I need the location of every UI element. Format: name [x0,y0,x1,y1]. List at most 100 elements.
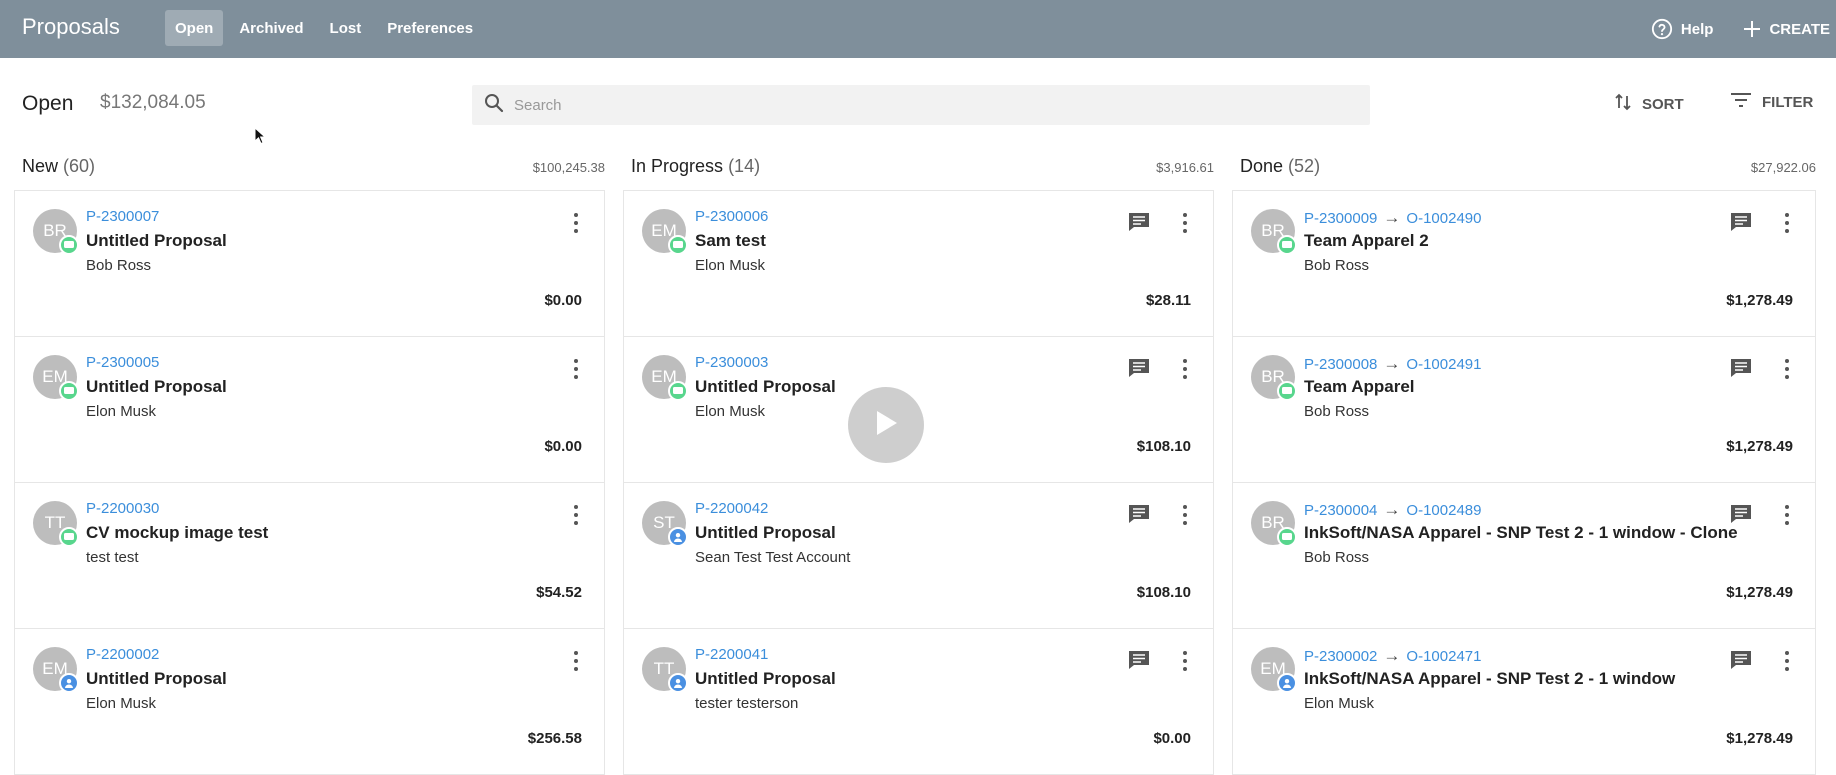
status-badge [1277,673,1297,693]
proposal-id-link[interactable]: P-2300006 [695,208,768,225]
proposal-id-link[interactable]: P-2300004 [1304,502,1377,519]
proposal-card[interactable]: BR P-2300007 Untitled Proposal Bob Ross … [14,191,605,337]
more-vert-icon[interactable] [1781,649,1793,673]
arrow-right-icon: → [1383,354,1401,373]
proposal-id-link[interactable]: P-2200002 [86,646,159,663]
sort-icon [1614,92,1632,116]
card-client: Bob Ross [86,257,152,274]
card-title: InkSoft/NASA Apparel - SNP Test 2 - 1 wi… [1304,523,1738,542]
proposal-card[interactable]: EM P-2200002 Untitled Proposal Elon Musk… [14,629,605,775]
proposal-id-link[interactable]: P-2300005 [86,354,159,371]
status-badge [1277,381,1297,401]
card-client: test test [86,549,139,566]
column-name: In Progress [631,156,724,176]
card-title: Untitled Proposal [695,523,836,542]
proposal-id-link[interactable]: P-2300003 [695,354,768,371]
proposal-card[interactable]: BR P-2300009 → O-1002490 Team Apparel 2 Bo… [1232,191,1816,337]
card-amount: $108.10 [1136,584,1191,601]
more-vert-icon[interactable] [1179,357,1191,381]
proposal-card[interactable]: TT P-2200041 Untitled Proposal tester te… [623,629,1214,775]
more-vert-icon[interactable] [1781,357,1793,381]
card-amount: $1,278.49 [1726,584,1793,601]
create-button[interactable]: CREATE [1743,20,1830,38]
proposal-id-link[interactable]: P-2200041 [695,646,768,663]
proposal-id-link[interactable]: P-2200030 [86,500,159,517]
tab-archived[interactable]: Archived [229,10,313,46]
proposal-id-link[interactable]: P-2300002 [1304,648,1377,665]
help-button[interactable]: Help [1651,18,1714,40]
order-id-link[interactable]: O-1002471 [1406,648,1481,665]
column-in-progress: In Progress (14) $3,916.61 EM P-2300006 … [623,150,1214,775]
order-id-link[interactable]: O-1002491 [1406,356,1481,373]
card-client: tester testerson [695,695,799,712]
status-badge [668,381,688,401]
arrow-right-icon: → [1383,208,1401,227]
proposal-card[interactable]: BR P-2300004 → O-1002489 InkSoft/NASA Appa… [1232,483,1816,629]
proposal-card[interactable]: BR P-2300008 → O-1002491 Team Apparel Bob … [1232,337,1816,483]
tab-open[interactable]: Open [165,10,224,46]
card-title: Untitled Proposal [86,669,227,688]
status-badge [59,527,79,547]
top-bar: Proposals Open Archived Lost Preferences… [0,0,1836,58]
comment-icon[interactable] [1729,357,1753,384]
order-id-link[interactable]: O-1002490 [1406,210,1481,227]
tab-preferences[interactable]: Preferences [377,10,483,46]
card-amount: $0.00 [544,438,582,455]
column-count: (52) [1288,156,1321,176]
filter-button[interactable]: FILTER [1730,92,1813,112]
proposal-id-link[interactable]: P-2300008 [1304,356,1377,373]
more-vert-icon[interactable] [1781,211,1793,235]
section-title: Open [22,92,74,115]
status-badge [59,235,79,255]
proposal-card[interactable]: EM P-2300005 Untitled Proposal Elon Musk… [14,337,605,483]
card-client: Bob Ross [1304,403,1370,420]
card-amount: $1,278.49 [1726,438,1793,455]
more-vert-icon[interactable] [570,211,582,235]
arrow-right-icon: → [1383,500,1401,519]
status-badge [59,381,79,401]
more-vert-icon[interactable] [570,649,582,673]
proposal-card[interactable]: TT P-2200030 CV mockup image test test t… [14,483,605,629]
column-count: (60) [63,156,96,176]
card-amount: $0.00 [1153,730,1191,747]
search-bar [472,85,1370,125]
comment-icon[interactable] [1127,503,1151,530]
column-header: Done (52) $27,922.06 [1232,150,1816,186]
proposal-id-link[interactable]: P-2300007 [86,208,159,225]
play-button[interactable] [848,387,924,463]
column-name: New [22,156,59,176]
comment-icon[interactable] [1729,503,1753,530]
search-input[interactable] [514,96,1314,114]
proposal-id-link[interactable]: P-2300009 [1304,210,1377,227]
tab-lost[interactable]: Lost [320,10,372,46]
card-client: Bob Ross [1304,549,1370,566]
card-title: InkSoft/NASA Apparel - SNP Test 2 - 1 wi… [1304,669,1676,688]
card-title: Team Apparel 2 [1304,231,1429,250]
card-client: Elon Musk [695,257,766,274]
sub-bar: Open $132,084.05 SORT FILTER [0,72,1836,134]
comment-icon[interactable] [1127,357,1151,384]
more-vert-icon[interactable] [570,357,582,381]
comment-icon[interactable] [1127,649,1151,676]
more-vert-icon[interactable] [1179,503,1191,527]
more-vert-icon[interactable] [570,503,582,527]
card-amount: $1,278.49 [1726,292,1793,309]
proposal-card[interactable]: ST P-2200042 Untitled Proposal Sean Test… [623,483,1214,629]
order-id-link[interactable]: O-1002489 [1406,502,1481,519]
more-vert-icon[interactable] [1179,211,1191,235]
card-client: Elon Musk [1304,695,1375,712]
more-vert-icon[interactable] [1179,649,1191,673]
more-vert-icon[interactable] [1781,503,1793,527]
proposal-card[interactable]: EM P-2300002 → O-1002471 InkSoft/NASA Appa… [1232,629,1816,775]
card-title: Untitled Proposal [86,231,227,250]
help-label: Help [1680,20,1714,38]
comment-icon[interactable] [1729,211,1753,238]
sort-button[interactable]: SORT [1614,92,1684,116]
proposal-card[interactable]: EM P-2300006 Sam test Elon Musk $28.11 [623,191,1214,337]
arrow-right-icon: → [1383,646,1401,665]
proposal-id-link[interactable]: P-2200042 [695,500,768,517]
card-client: Bob Ross [1304,257,1370,274]
comment-icon[interactable] [1127,211,1151,238]
card-title: Untitled Proposal [695,377,836,396]
comment-icon[interactable] [1729,649,1753,676]
